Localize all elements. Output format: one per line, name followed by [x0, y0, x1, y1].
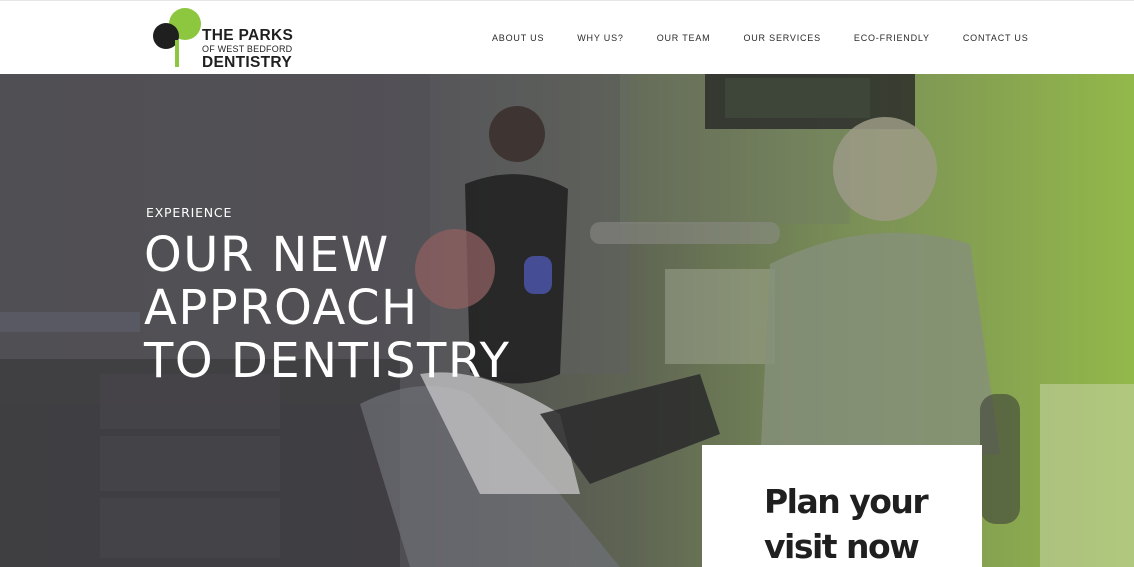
logo-wordmark: THE PARKS OF WEST BEDFORD DENTISTRY	[202, 28, 293, 70]
plan-visit-card[interactable]: Plan your visit now	[702, 445, 982, 567]
nav-item-our-team[interactable]: OUR TEAM	[657, 33, 711, 43]
site-header: THE PARKS OF WEST BEDFORD DENTISTRY ABOU…	[0, 0, 1134, 74]
hero-eyebrow: EXPERIENCE	[146, 205, 233, 220]
nav-item-about-us[interactable]: ABOUT US	[492, 33, 544, 43]
hero-title-line: APPROACH	[144, 280, 419, 336]
plan-visit-line: visit now	[764, 527, 920, 566]
hero-title-line: TO DENTISTRY	[144, 333, 511, 389]
hero-title-line: OUR NEW	[144, 227, 390, 283]
nav-item-contact-us[interactable]: CONTACT US	[963, 33, 1029, 43]
hero-title: OUR NEW APPROACH TO DENTISTRY	[144, 229, 510, 388]
main-nav: ABOUT US WHY US? OUR TEAM OUR SERVICES E…	[492, 31, 1029, 45]
plan-visit-heading: Plan your visit now	[764, 479, 929, 567]
plan-visit-line: Plan your	[764, 482, 929, 521]
nav-item-our-services[interactable]: OUR SERVICES	[743, 33, 820, 43]
nav-item-eco-friendly[interactable]: ECO-FRIENDLY	[854, 33, 930, 43]
logo-line-west-bedford: OF WEST BEDFORD	[202, 43, 293, 54]
nav-item-why-us[interactable]: WHY US?	[577, 33, 623, 43]
logo-line-dentistry: DENTISTRY	[202, 53, 292, 71]
site-logo[interactable]: THE PARKS OF WEST BEDFORD DENTISTRY	[150, 7, 310, 70]
tree-logo-icon	[153, 8, 201, 67]
hero-banner: EXPERIENCE OUR NEW APPROACH TO DENTISTRY…	[0, 74, 1134, 567]
logo-line-the-parks: THE PARKS	[202, 27, 294, 44]
